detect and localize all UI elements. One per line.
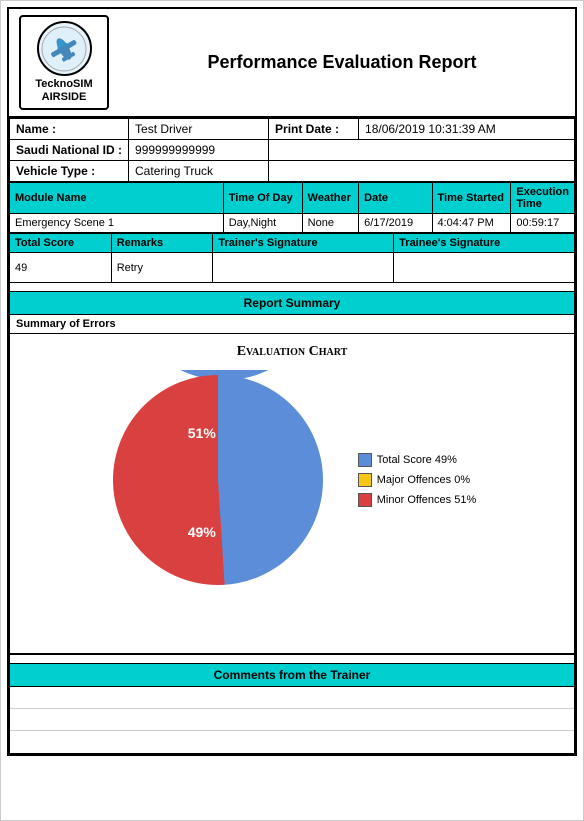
legend-item-yellow: Major Offences 0% xyxy=(358,473,476,487)
comments-lines xyxy=(10,687,574,753)
weather-cell: None xyxy=(302,214,358,233)
module-data-row: Emergency Scene 1 Day,Night None 6/17/20… xyxy=(10,214,575,233)
col-date: Date xyxy=(359,183,432,214)
module-table: Module Name Time Of Day Weather Date Tim… xyxy=(9,182,575,233)
legend-label-yellow: Major Offences 0% xyxy=(377,474,470,486)
print-date-label: Print Date : xyxy=(269,119,359,140)
col-module-name: Module Name xyxy=(10,183,224,214)
score-header-row: Total Score Remarks Trainer's Signature … xyxy=(10,234,575,253)
legend-color-red xyxy=(358,493,372,507)
date-cell: 6/17/2019 xyxy=(359,214,432,233)
col-trainer-sig: Trainer's Signature xyxy=(213,234,394,253)
col-trainee-sig: Trainee's Signature xyxy=(394,234,575,253)
vehicle-type-row: Vehicle Type : Catering Truck xyxy=(10,161,575,182)
col-weather: Weather xyxy=(302,183,358,214)
trainer-sig-cell xyxy=(213,253,394,283)
vehicle-type-empty xyxy=(269,161,575,182)
print-date-value: 18/06/2019 10:31:39 AM xyxy=(359,119,575,140)
comments-header: Comments from the Trainer xyxy=(10,664,574,687)
remarks-cell: Retry xyxy=(111,253,213,283)
national-id-label: Saudi National ID : xyxy=(10,140,129,161)
report-title: Performance Evaluation Report xyxy=(119,52,565,73)
comment-line-1 xyxy=(10,687,574,709)
time-started-cell: 4:04:47 PM xyxy=(432,214,511,233)
col-remarks: Remarks xyxy=(111,234,213,253)
legend-item-blue: Total Score 49% xyxy=(358,453,476,467)
execution-time-cell: 00:59:17 xyxy=(511,214,575,233)
national-id-value: 999999999999 xyxy=(129,140,269,161)
module-name-cell: Emergency Scene 1 xyxy=(10,214,224,233)
national-id-row: Saudi National ID : 999999999999 xyxy=(10,140,575,161)
summary-errors-label: Summary of Errors xyxy=(10,315,574,334)
comments-section: Comments from the Trainer xyxy=(9,663,575,754)
score-table: Total Score Remarks Trainer's Signature … xyxy=(9,233,575,283)
name-value: Test Driver xyxy=(129,119,269,140)
chart-container: 51% 49% Total Score 49% Major Offences 0… xyxy=(20,370,564,590)
chart-title: Evaluation Chart xyxy=(237,344,348,360)
chart-area: Evaluation Chart xyxy=(10,334,574,654)
score-data-row: 49 Retry xyxy=(10,253,575,283)
total-score-cell: 49 xyxy=(10,253,112,283)
national-id-empty xyxy=(269,140,575,161)
spacer-2 xyxy=(9,655,575,663)
module-header-row: Module Name Time Of Day Weather Date Tim… xyxy=(10,183,575,214)
pie-chart: 51% 49% xyxy=(108,370,328,590)
legend-color-yellow xyxy=(358,473,372,487)
legend-item-red: Minor Offences 51% xyxy=(358,493,476,507)
page-header: TecknoSIM AIRSIDE Performance Evaluation… xyxy=(9,9,575,118)
comment-line-2 xyxy=(10,709,574,731)
name-label: Name : xyxy=(10,119,129,140)
col-time-started: Time Started xyxy=(432,183,511,214)
col-total-score: Total Score xyxy=(10,234,112,253)
summary-section: Report Summary Summary of Errors Evaluat… xyxy=(9,291,575,655)
vehicle-type-value: Catering Truck xyxy=(129,161,269,182)
logo-brand: TecknoSIM AIRSIDE xyxy=(35,78,92,104)
legend-label-blue: Total Score 49% xyxy=(377,454,457,466)
col-time-of-day: Time Of Day xyxy=(223,183,302,214)
legend-color-blue xyxy=(358,453,372,467)
legend-label-red: Minor Offences 51% xyxy=(377,494,476,506)
report-title-area: Performance Evaluation Report xyxy=(119,52,565,73)
trainee-sig-cell xyxy=(394,253,575,283)
logo-circle xyxy=(37,21,92,76)
name-row: Name : Test Driver Print Date : 18/06/20… xyxy=(10,119,575,140)
airplane-icon xyxy=(40,25,88,73)
spacer-1 xyxy=(9,283,575,291)
vehicle-type-label: Vehicle Type : xyxy=(10,161,129,182)
summary-header: Report Summary xyxy=(10,292,574,315)
pie-label-49: 49% xyxy=(188,524,216,540)
time-of-day-cell: Day,Night xyxy=(223,214,302,233)
col-execution-time: Execution Time xyxy=(511,183,575,214)
comment-line-3 xyxy=(10,731,574,753)
info-table: Name : Test Driver Print Date : 18/06/20… xyxy=(9,118,575,182)
logo-area: TecknoSIM AIRSIDE xyxy=(19,15,109,110)
chart-legend: Total Score 49% Major Offences 0% Minor … xyxy=(358,453,476,507)
pie-visual xyxy=(113,375,323,585)
pie-label-51: 51% xyxy=(188,425,216,441)
